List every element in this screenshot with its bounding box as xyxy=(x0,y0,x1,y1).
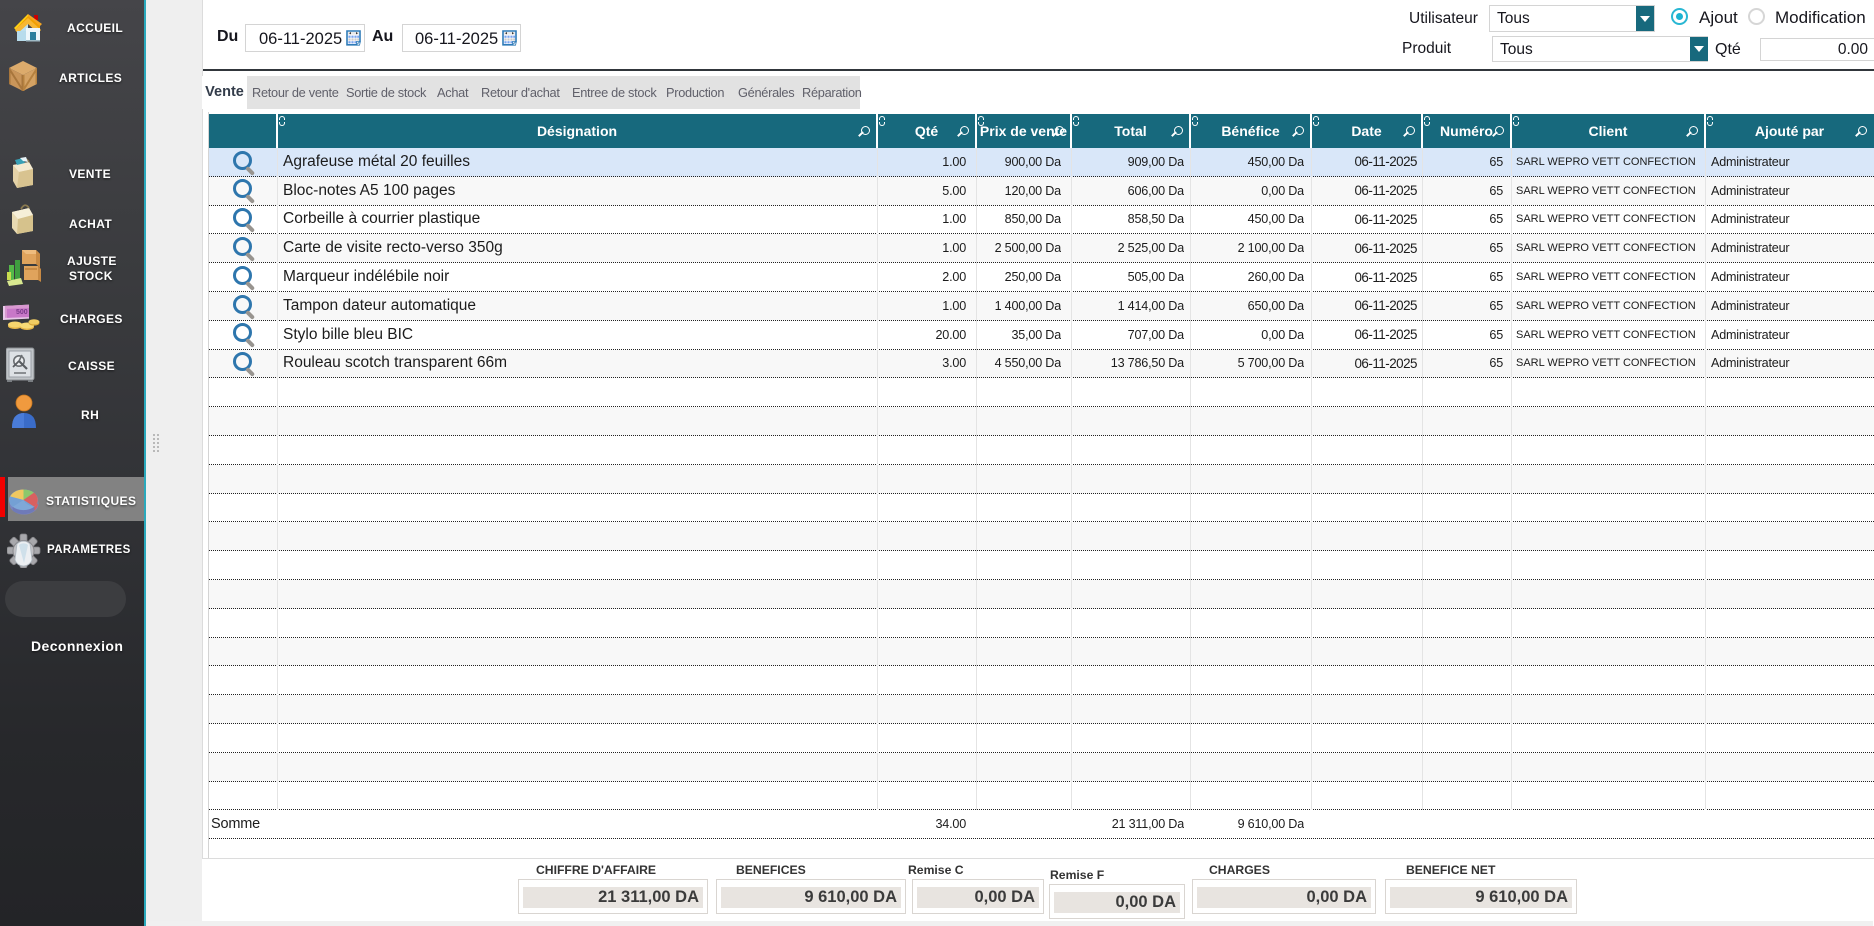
svg-text:500: 500 xyxy=(16,309,28,316)
